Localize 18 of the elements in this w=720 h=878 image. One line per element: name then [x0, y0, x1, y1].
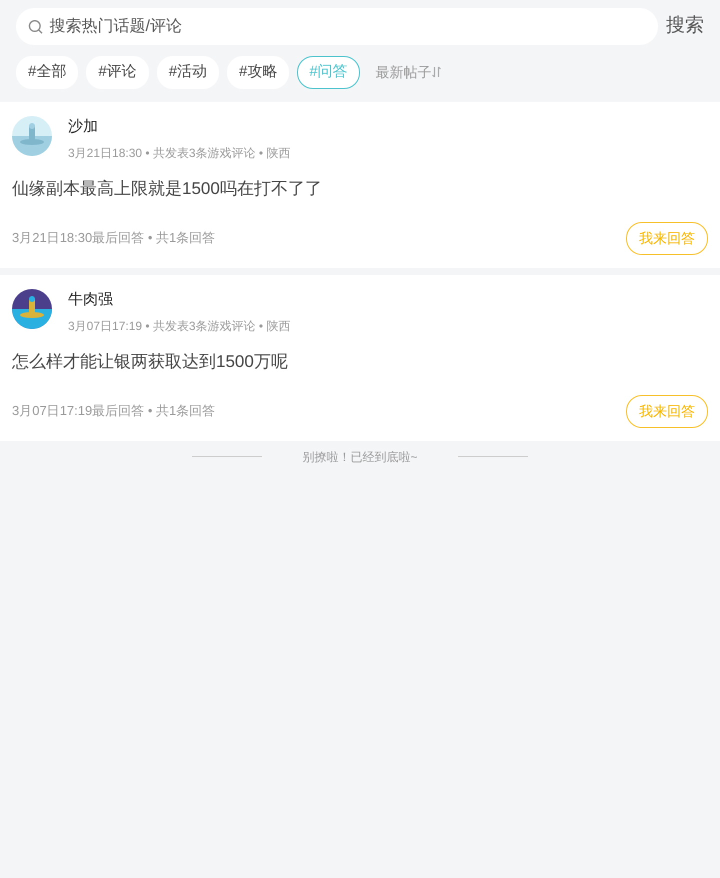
author-name: 沙加: [68, 116, 99, 136]
sort-icon: [432, 66, 441, 78]
author-name: 牛肉强: [68, 290, 114, 310]
tag-chip[interactable]: #评论: [86, 56, 149, 88]
end-of-list-text: 别撩啦！已经到底啦~: [301, 448, 418, 466]
post-footer: 3月21日18:30最后回答 • 共1条回答: [12, 228, 216, 248]
tag-chip[interactable]: #活动: [156, 56, 220, 88]
search-button[interactable]: 搜索: [666, 12, 704, 41]
tag-chip[interactable]: #全部: [16, 56, 78, 88]
post-footer: 3月07日17:19最后回答 • 共1条回答: [12, 401, 216, 421]
post-meta: 3月21日18:30 • 共发表3条游戏评论 • 陕西: [68, 145, 290, 162]
search-field[interactable]: 搜索热门话题/评论: [47, 14, 646, 40]
post-title: 怎么样才能让银两获取达到1500万呢: [12, 351, 289, 373]
tag-chip[interactable]: #攻略: [227, 56, 290, 88]
search-icon: [28, 18, 44, 34]
post-title: 仙缘副本最高上限就是1500吗在打不了了: [12, 178, 323, 200]
search-bar[interactable]: 搜索热门话题/评论: [16, 8, 658, 45]
post-meta: 3月07日17:19 • 共发表3条游戏评论 • 陕西: [68, 318, 290, 335]
